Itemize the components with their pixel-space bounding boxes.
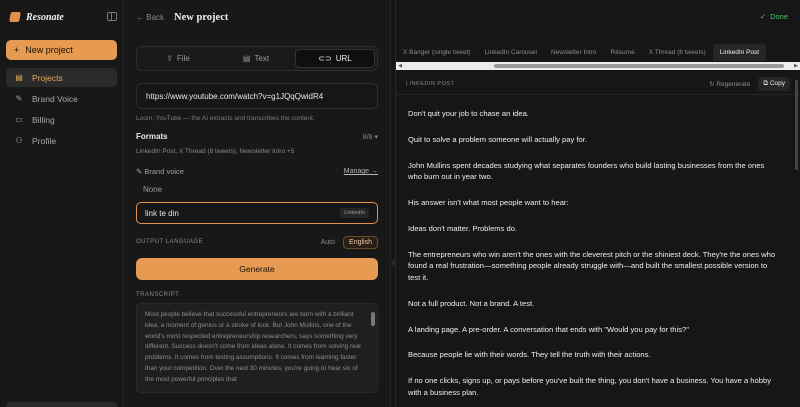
formats-count: 8/8 ▾ [362, 133, 378, 141]
tab-linkedin-carousel[interactable]: LinkedIn Carousel [478, 44, 544, 61]
page-title: New project [174, 11, 229, 23]
formats-summary: LinkedIn Post, X Thread (8 tweets), News… [136, 148, 295, 155]
brand-voice-label: Brand voice [144, 167, 184, 176]
sidebar-item-label: Billing [32, 114, 55, 125]
user-icon: ⚇ [15, 136, 23, 145]
tab-newsletter-intro[interactable]: Newsletter Intro [544, 44, 604, 61]
manage-link[interactable]: Manage → [344, 168, 378, 175]
tab-linkedin-post[interactable]: LinkedIn Post [712, 44, 767, 61]
scrollbar-thumb[interactable] [795, 80, 798, 170]
scroll-right-icon[interactable]: ▶ [792, 63, 800, 69]
output-panel: ✓ Done X Banger (single tweet) LinkedIn … [396, 0, 800, 407]
done-status: ✓ Done [760, 12, 788, 21]
brand-voice-name: link te din [145, 208, 179, 218]
post-paragraph: A landing page. A pre-order. A conversat… [408, 324, 689, 334]
brand-logo-icon [9, 12, 21, 22]
post-paragraph: Because people lie with their words. The… [408, 350, 651, 360]
post-vertical-scrollbar[interactable] [794, 80, 798, 390]
generate-button[interactable]: Generate [136, 258, 378, 280]
tabs-horizontal-scrollbar[interactable]: ◀ ▶ [396, 62, 800, 70]
regenerate-button[interactable]: ↻ Regenerate [709, 80, 750, 88]
sidebar-item-label: Projects [32, 72, 63, 83]
transcript-label: TRANSCRIPT [136, 292, 180, 298]
post-title: LINKEDIN POST [406, 80, 455, 87]
project-editor: ← Back New project ⇪ File ▤ Text ⊂⊃ URL … [124, 0, 390, 407]
done-label: Done [770, 12, 788, 21]
folder-icon: ▤ [15, 73, 23, 82]
formats-label: Formats [136, 132, 168, 141]
link-icon: ⊂⊃ [318, 54, 332, 63]
sidebar: Resonate + New project ▤ Projects ✎ Bran… [0, 0, 124, 407]
scroll-left-icon[interactable]: ◀ [396, 63, 404, 69]
tab-x-banger[interactable]: X Banger (single tweet) [396, 44, 478, 61]
sidebar-item-profile[interactable]: ⚇ Profile [6, 131, 117, 150]
language-english-option[interactable]: English [343, 235, 378, 249]
post-paragraph: His answer isn't what most people want t… [408, 198, 569, 208]
output-language-row: OUTPUT LANGUAGE Auto English [136, 234, 378, 250]
language-toggle: Auto English [321, 235, 378, 249]
language-auto-option[interactable]: Auto [321, 239, 335, 246]
tab-label: Text [254, 54, 270, 63]
source-type-tabs: ⇪ File ▤ Text ⊂⊃ URL [136, 46, 378, 71]
back-label: Back [146, 12, 165, 22]
sidebar-nav: ▤ Projects ✎ Brand Voice ▭ Billing ⚇ Pro… [6, 68, 117, 150]
brand-voice-option-none[interactable]: None [136, 185, 378, 194]
pen-icon: ✎ [15, 94, 23, 103]
transcript-text: Most people believe that successful entr… [145, 311, 361, 383]
new-project-button[interactable]: + New project [6, 40, 117, 60]
tab-url[interactable]: ⊂⊃ URL [295, 49, 375, 68]
new-project-label: New project [25, 45, 73, 55]
post-paragraph: Don't quit your job to chase an idea. [408, 109, 529, 118]
url-value: https://www.youtube.com/watch?v=g1JQqQwi… [146, 91, 324, 101]
card-icon: ▭ [15, 115, 23, 124]
transcript-scrollbar[interactable] [371, 312, 375, 326]
sidebar-item-billing[interactable]: ▭ Billing [6, 110, 117, 129]
post-content: Don't quit your job to chase an idea. Qu… [408, 108, 778, 407]
tab-resume[interactable]: Résumé [604, 44, 642, 61]
output-language-label: OUTPUT LANGUAGE [136, 239, 204, 245]
sidebar-account-card[interactable] [6, 402, 117, 407]
post-paragraph: Ideas don't matter. Problems do. [408, 224, 518, 234]
output-format-tabs: X Banger (single tweet) LinkedIn Carouse… [396, 44, 800, 61]
copy-button[interactable]: ⧉ Copy [758, 76, 790, 91]
sidebar-item-label: Brand Voice [32, 93, 78, 104]
url-hint: Loom, YouTube — the AI extracts and tran… [136, 115, 315, 122]
brand: Resonate [6, 8, 117, 26]
brand-voice-header: ✎ Brand voice Manage → [136, 167, 378, 176]
platform-badge: LinkedIn [340, 208, 369, 218]
post-paragraph: Not a full product. Not a brand. A test. [408, 298, 535, 308]
brand-name: Resonate [26, 11, 64, 23]
formats-header[interactable]: Formats 8/8 ▾ [136, 132, 378, 141]
sidebar-collapse-icon[interactable] [107, 12, 117, 21]
regenerate-label: Regenerate [716, 80, 751, 88]
post-paragraph: If no one clicks, signs up, or pays befo… [408, 376, 771, 397]
post-paragraph: Quit to solve a problem someone will act… [408, 134, 587, 144]
copy-label: Copy [769, 79, 785, 87]
document-icon: ▤ [242, 54, 251, 63]
scrollbar-thumb[interactable] [494, 64, 784, 68]
sidebar-item-brand-voice[interactable]: ✎ Brand Voice [6, 89, 117, 108]
plus-icon: + [14, 45, 20, 55]
tab-x-thread[interactable]: X Thread (8 tweets) [642, 44, 713, 61]
sidebar-item-label: Profile [32, 135, 57, 146]
sidebar-item-projects[interactable]: ▤ Projects [6, 68, 117, 87]
tab-text[interactable]: ▤ Text [217, 49, 295, 68]
check-circle-icon: ✓ [759, 12, 767, 21]
app-window: Resonate + New project ▤ Projects ✎ Bran… [0, 0, 800, 407]
editor-topbar: ← Back New project [136, 0, 378, 34]
post-paragraph: John Mullins spent decades studying what… [408, 160, 765, 182]
tab-file[interactable]: ⇪ File [139, 49, 217, 68]
transcript-textarea[interactable]: Most people believe that successful entr… [136, 303, 378, 393]
post-paragraph: The entrepreneurs who win aren't the one… [408, 249, 776, 282]
post-actions: ↻ Regenerate ⧉ Copy [709, 76, 790, 91]
file-icon: ⇪ [166, 54, 173, 63]
back-button[interactable]: ← Back [136, 13, 164, 22]
brand-voice-option-selected[interactable]: link te din LinkedIn [136, 202, 378, 224]
post-header: LINKEDIN POST ↻ Regenerate ⧉ Copy [396, 73, 800, 95]
tab-label: URL [335, 54, 352, 63]
url-input[interactable]: https://www.youtube.com/watch?v=g1JQqQwi… [136, 83, 378, 109]
tab-label: File [176, 54, 190, 63]
